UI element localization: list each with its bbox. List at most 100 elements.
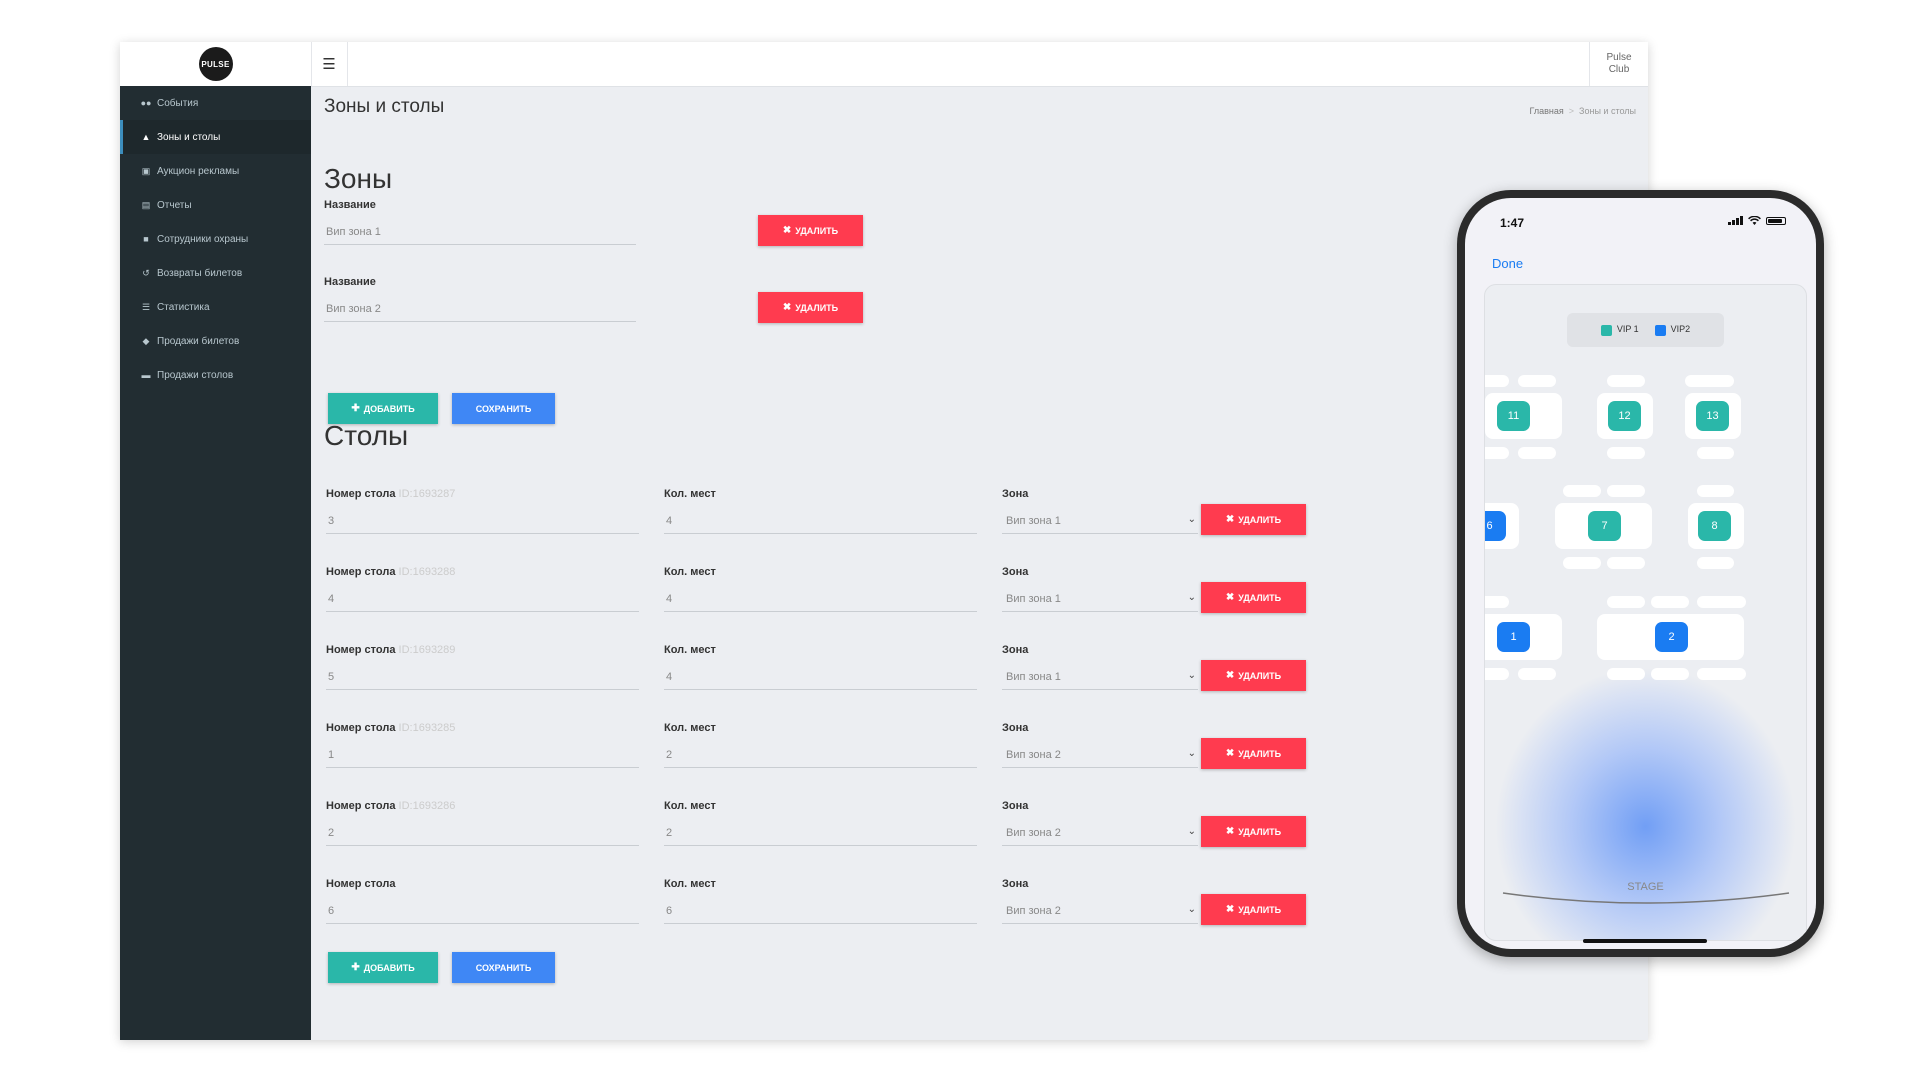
seats-label: Кол. мест <box>664 800 716 812</box>
home-indicator[interactable] <box>1583 939 1707 943</box>
sidebar-item-label: События <box>157 97 199 109</box>
seat <box>1607 596 1645 608</box>
seats-input[interactable]: 2 <box>664 820 977 846</box>
table-number-input[interactable]: 2 <box>326 820 639 846</box>
table-delete-button[interactable]: ✖ удалить <box>1201 816 1306 847</box>
zone-select[interactable]: Вип зона 1 ⌄ <box>1002 586 1198 612</box>
sidebar-item-label: Сотрудники охраны <box>157 233 249 245</box>
chevron-down-icon: ⌄ <box>1187 748 1196 759</box>
sidebar-item-ad-auction[interactable]: ▣ Аукцион рекламы <box>120 154 311 188</box>
sidebar-item-ticket-sales[interactable]: ◆ Продажи билетов <box>120 324 311 358</box>
seat <box>1485 447 1509 459</box>
zone-select[interactable]: Вип зона 2 ⌄ <box>1002 742 1198 768</box>
legend-swatch <box>1600 324 1612 336</box>
sidebar-item-label: Зоны и столы <box>157 131 221 143</box>
table-marker-11[interactable]: 11 <box>1497 401 1530 431</box>
club-name[interactable]: Pulse Club <box>1589 42 1648 86</box>
close-icon: ✖ <box>782 225 792 236</box>
table-number-label: Номер стола ID:1693287 <box>326 488 456 500</box>
seat <box>1607 447 1645 459</box>
table-marker-7[interactable]: 7 <box>1588 511 1621 541</box>
sidebar-item-ticket-returns[interactable]: ↺ Возвраты билетов <box>120 256 311 290</box>
sidebar-item-zones-tables[interactable]: ▲ Зоны и столы <box>120 120 311 154</box>
chevron-down-icon: ⌄ <box>1187 826 1196 837</box>
plus-icon: ✚ <box>351 962 360 973</box>
table-number-input[interactable]: 6 <box>326 898 639 924</box>
sidebar-item-security-staff[interactable]: ■ Сотрудники охраны <box>120 222 311 256</box>
zone-select[interactable]: Вип зона 1 ⌄ <box>1002 664 1198 690</box>
seat <box>1485 375 1509 387</box>
zone-select[interactable]: Вип зона 2 ⌄ <box>1002 820 1198 846</box>
logo-area[interactable]: PULSE <box>120 42 312 86</box>
sidebar-item-statistics[interactable]: ☰ Статистика <box>120 290 311 324</box>
sidebar-item-table-sales[interactable]: ▬ Продажи столов <box>120 358 311 392</box>
signal-icon <box>1728 216 1743 225</box>
add-table-button[interactable]: ✚ добавить <box>328 952 438 983</box>
zone-delete-button[interactable]: ✖ удалить <box>758 292 863 323</box>
sidebar-item-events[interactable]: ●● События <box>120 86 311 120</box>
table-delete-button[interactable]: ✖ удалить <box>1201 894 1306 925</box>
zone-label: Зона <box>1002 722 1029 734</box>
file-icon: ▤ <box>141 199 151 210</box>
lock-icon: ■ <box>143 234 149 244</box>
status-time: 1:47 <box>1500 216 1525 230</box>
table-delete-button[interactable]: ✖ удалить <box>1201 738 1306 769</box>
sidebar-item-reports[interactable]: ▤ Отчеты <box>120 188 311 222</box>
seats-label: Кол. мест <box>664 488 716 500</box>
zone-select[interactable]: Вип зона 1 ⌄ <box>1002 508 1198 534</box>
zones-heading: Зоны <box>324 163 393 194</box>
tables-heading: Столы <box>324 420 409 451</box>
done-button[interactable]: Done <box>1492 256 1523 271</box>
wifi-icon <box>1748 216 1761 225</box>
table-marker-2[interactable]: 2 <box>1655 622 1688 652</box>
table-marker-8[interactable]: 8 <box>1698 511 1731 541</box>
admin-window: PULSE ☰ Pulse Club ●● События ▲ Зоны и с… <box>120 42 1648 1040</box>
table-number-label: Номер стола ID:1693286 <box>326 800 456 812</box>
seats-input[interactable]: 2 <box>664 742 977 768</box>
seat <box>1697 447 1734 459</box>
table-number-label: Номер стола ID:1693288 <box>326 566 456 578</box>
zone-name-input[interactable]: Вип зона 2 <box>324 296 636 322</box>
zone-select[interactable]: Вип зона 2 ⌄ <box>1002 898 1198 924</box>
table-delete-button[interactable]: ✖ удалить <box>1201 504 1306 535</box>
save-zones-button[interactable]: сохранить <box>452 393 555 424</box>
close-icon: ✖ <box>1225 904 1235 915</box>
seats-label: Кол. мест <box>664 722 716 734</box>
main-content: Зоны и столы Главная > Зоны и столы Зоны Н… <box>311 86 1648 1040</box>
table-marker-6[interactable]: 6 <box>1485 511 1506 541</box>
zone-name-input[interactable]: Вип зона 1 <box>324 219 636 245</box>
seat <box>1697 668 1746 680</box>
save-tables-button[interactable]: сохранить <box>452 952 555 983</box>
sidebar-item-label: Статистика <box>157 301 210 313</box>
folder-icon: ▬ <box>141 370 151 380</box>
zone-name-label: Название <box>324 199 376 211</box>
zone-delete-button[interactable]: ✖ удалить <box>758 215 863 246</box>
table-number-input[interactable]: 1 <box>326 742 639 768</box>
phone-mockup: 1:47 Done VIP 1 VIP2 11 12 13 6 7 8 1 2 … <box>1457 190 1824 957</box>
sidebar: ●● События ▲ Зоны и столы ▣ Аукцион рекл… <box>120 86 311 1040</box>
menu-toggle-icon[interactable]: ☰ <box>311 42 348 86</box>
table-number-label: Номер стола ID:1693289 <box>326 644 456 656</box>
plus-icon: ✚ <box>351 403 360 414</box>
seat <box>1518 375 1556 387</box>
breadcrumb-home[interactable]: Главная <box>1530 106 1564 116</box>
seats-input[interactable]: 6 <box>664 898 977 924</box>
seats-input[interactable]: 4 <box>664 586 977 612</box>
table-number-input[interactable]: 3 <box>326 508 639 534</box>
seats-input[interactable]: 4 <box>664 664 977 690</box>
table-number-label: Номер стола ID:1693285 <box>326 722 456 734</box>
table-marker-13[interactable]: 13 <box>1696 401 1729 431</box>
sidebar-item-label: Продажи билетов <box>157 335 240 347</box>
undo-icon: ↺ <box>142 267 150 278</box>
table-id: ID:1693288 <box>398 566 456 578</box>
table-marker-12[interactable]: 12 <box>1608 401 1641 431</box>
table-delete-button[interactable]: ✖ удалить <box>1201 660 1306 691</box>
table-number-input[interactable]: 5 <box>326 664 639 690</box>
sidebar-item-label: Отчеты <box>157 199 192 211</box>
table-marker-1[interactable]: 1 <box>1497 622 1530 652</box>
table-delete-button[interactable]: ✖ удалить <box>1201 582 1306 613</box>
status-icons <box>1728 216 1786 225</box>
sidebar-item-label: Возвраты билетов <box>157 267 243 279</box>
seats-input[interactable]: 4 <box>664 508 977 534</box>
table-number-input[interactable]: 4 <box>326 586 639 612</box>
